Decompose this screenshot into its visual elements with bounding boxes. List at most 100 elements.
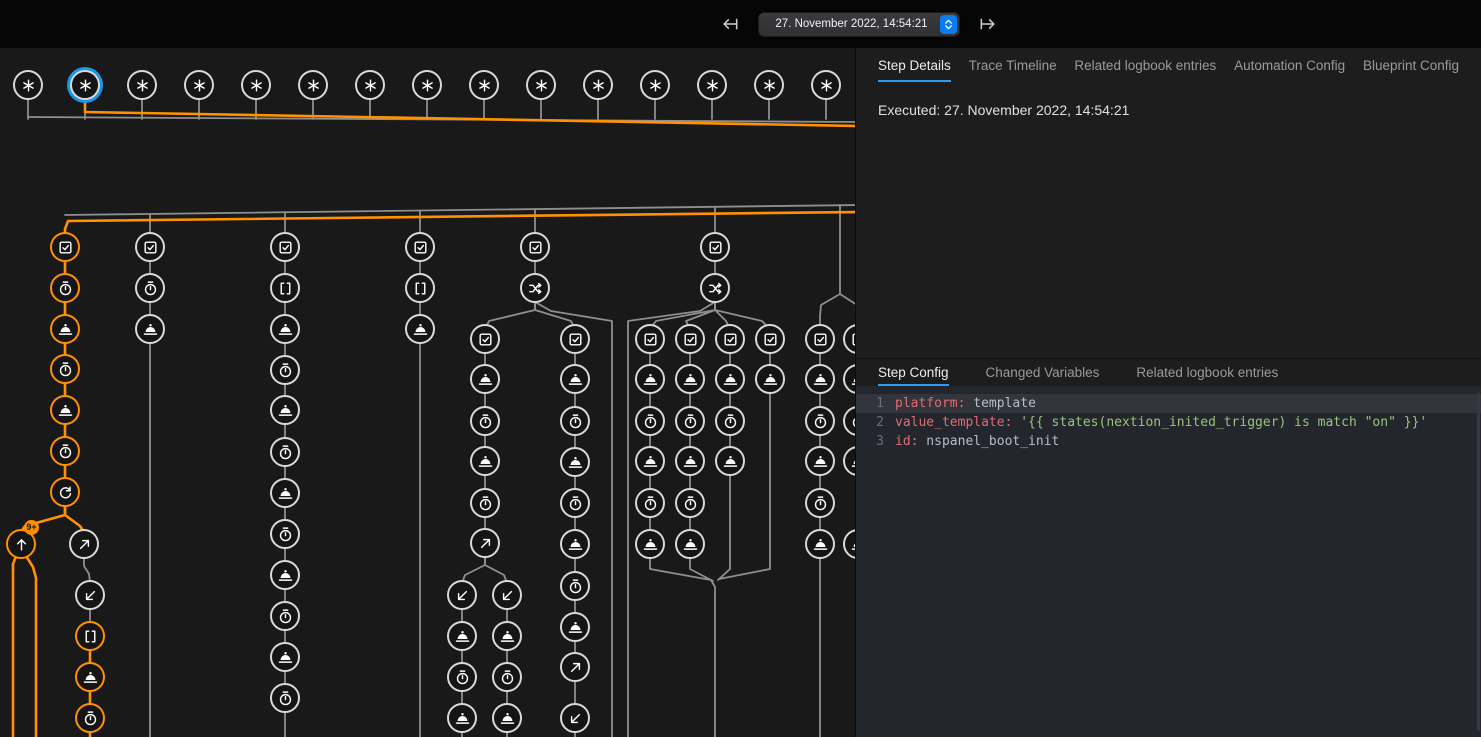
node-checkbox[interactable]	[755, 324, 785, 354]
node-service[interactable]	[805, 529, 835, 559]
node-timer[interactable]	[470, 406, 500, 436]
node-service[interactable]	[270, 642, 300, 672]
tab-related-logbook-entries[interactable]: Related logbook entries	[1074, 48, 1216, 82]
node-timer[interactable]	[270, 355, 300, 385]
node-service[interactable]	[675, 529, 705, 559]
node-timer[interactable]	[470, 488, 500, 518]
node-service[interactable]	[492, 621, 522, 651]
node-checkbox[interactable]	[470, 324, 500, 354]
tab-changed-variables[interactable]: Changed Variables	[986, 359, 1100, 386]
node-service[interactable]	[675, 446, 705, 476]
node-service[interactable]	[805, 364, 835, 394]
node-asterisk[interactable]	[127, 70, 157, 100]
node-timer[interactable]	[270, 683, 300, 713]
previous-run-button[interactable]	[718, 12, 742, 36]
node-asterisk[interactable]	[469, 70, 499, 100]
node-timer[interactable]	[715, 406, 745, 436]
node-checkbox[interactable]	[675, 324, 705, 354]
node-service[interactable]	[635, 446, 665, 476]
yaml-editor[interactable]: 1platform: template2value_template: '{{ …	[856, 386, 1481, 737]
tab-step-details[interactable]: Step Details	[878, 48, 951, 82]
node-timer[interactable]	[50, 354, 80, 384]
node-checkbox[interactable]	[50, 232, 80, 262]
node-checkbox[interactable]	[805, 324, 835, 354]
node-asterisk[interactable]	[13, 70, 43, 100]
node-service[interactable]	[635, 529, 665, 559]
node-checkbox[interactable]	[715, 324, 745, 354]
node-service[interactable]	[675, 364, 705, 394]
node-asterisk[interactable]	[526, 70, 556, 100]
node-arrow-top-right[interactable]	[560, 652, 590, 682]
node-checkbox[interactable]	[270, 232, 300, 262]
node-checkbox[interactable]	[700, 232, 730, 262]
node-arrow-bottom-left[interactable]	[447, 580, 477, 610]
node-service[interactable]	[560, 612, 590, 642]
node-asterisk[interactable]	[811, 70, 841, 100]
node-asterisk[interactable]	[298, 70, 328, 100]
node-timer[interactable]	[50, 436, 80, 466]
node-timer[interactable]	[635, 406, 665, 436]
node-service[interactable]	[50, 314, 80, 344]
node-service[interactable]	[270, 314, 300, 344]
node-arrow-bottom-left[interactable]	[75, 580, 105, 610]
node-timer[interactable]	[635, 488, 665, 518]
node-service[interactable]	[405, 314, 435, 344]
node-timer[interactable]	[560, 488, 590, 518]
node-asterisk[interactable]	[640, 70, 670, 100]
node-service[interactable]	[270, 560, 300, 590]
node-checkbox[interactable]	[635, 324, 665, 354]
node-service[interactable]	[560, 364, 590, 394]
node-timer[interactable]	[135, 273, 165, 303]
tab-automation-config[interactable]: Automation Config	[1234, 48, 1345, 82]
node-asterisk[interactable]	[70, 70, 100, 100]
node-brackets[interactable]	[75, 621, 105, 651]
node-timer[interactable]	[675, 488, 705, 518]
tab-blueprint-config[interactable]: Blueprint Config	[1363, 48, 1459, 82]
node-timer[interactable]	[75, 703, 105, 733]
node-timer[interactable]	[805, 488, 835, 518]
node-timer[interactable]	[447, 662, 477, 692]
node-service[interactable]	[270, 478, 300, 508]
tab-related-logbook-entries[interactable]: Related logbook entries	[1136, 359, 1278, 386]
node-timer[interactable]	[560, 406, 590, 436]
node-timer[interactable]	[560, 571, 590, 601]
node-refresh[interactable]	[50, 477, 80, 507]
node-timer[interactable]	[50, 273, 80, 303]
tab-trace-timeline[interactable]: Trace Timeline	[969, 48, 1057, 82]
node-service[interactable]	[50, 395, 80, 425]
tab-step-config[interactable]: Step Config	[878, 359, 949, 386]
node-asterisk[interactable]	[355, 70, 385, 100]
node-checkbox[interactable]	[405, 232, 435, 262]
node-service[interactable]	[447, 621, 477, 651]
node-timer[interactable]	[270, 601, 300, 631]
node-service[interactable]	[135, 314, 165, 344]
node-service[interactable]	[715, 446, 745, 476]
node-service[interactable]	[492, 703, 522, 733]
node-asterisk[interactable]	[241, 70, 271, 100]
node-asterisk[interactable]	[412, 70, 442, 100]
node-arrow-bottom-left[interactable]	[560, 703, 590, 733]
node-service[interactable]	[805, 446, 835, 476]
node-service[interactable]	[635, 364, 665, 394]
node-service[interactable]	[560, 447, 590, 477]
node-brackets[interactable]	[405, 273, 435, 303]
next-run-button[interactable]	[976, 12, 1000, 36]
node-service[interactable]	[755, 364, 785, 394]
node-timer[interactable]	[675, 406, 705, 436]
node-asterisk[interactable]	[184, 70, 214, 100]
node-checkbox[interactable]	[520, 232, 550, 262]
node-shuffle[interactable]	[520, 273, 550, 303]
node-timer[interactable]	[270, 519, 300, 549]
node-asterisk[interactable]	[583, 70, 613, 100]
node-arrow-bottom-left[interactable]	[492, 580, 522, 610]
node-timer[interactable]	[492, 662, 522, 692]
node-timer[interactable]	[805, 406, 835, 436]
node-arrow-top-right[interactable]	[470, 528, 500, 558]
node-service[interactable]	[447, 703, 477, 733]
node-service[interactable]	[470, 446, 500, 476]
node-service[interactable]	[470, 364, 500, 394]
node-brackets[interactable]	[270, 273, 300, 303]
node-checkbox[interactable]	[135, 232, 165, 262]
node-service[interactable]	[270, 395, 300, 425]
node-arrow-top-right[interactable]	[69, 529, 99, 559]
